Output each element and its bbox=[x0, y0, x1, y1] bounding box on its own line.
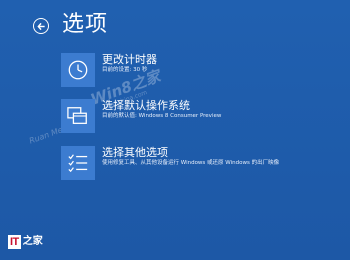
logo-it: IT bbox=[8, 235, 21, 249]
option-change-timer[interactable]: 更改计时器 目前的设置: 30 秒 bbox=[61, 53, 331, 93]
option-tile bbox=[61, 53, 95, 87]
option-description: 使用修复工具、从其他设备运行 Windows 或还原 Windows 的出厂映像 bbox=[102, 160, 280, 166]
option-other-options[interactable]: 选择其他选项 使用修复工具、从其他设备运行 Windows 或还原 Window… bbox=[61, 146, 331, 186]
option-title: 选择默认操作系统 bbox=[102, 99, 190, 112]
option-title: 选择其他选项 bbox=[102, 146, 168, 159]
back-button[interactable] bbox=[33, 18, 49, 34]
option-tile bbox=[61, 99, 95, 133]
boot-options-screen: 选项 Ruan Mei Win8之家 win8china.com 更改计时器 目… bbox=[0, 0, 350, 260]
clock-icon bbox=[68, 60, 88, 80]
option-tile bbox=[61, 146, 95, 180]
option-description: 目前的设置: 30 秒 bbox=[102, 67, 148, 73]
window-monitor-icon bbox=[67, 107, 87, 124]
back-arrow-icon bbox=[36, 22, 45, 30]
site-logo: IT 之家 bbox=[8, 234, 43, 250]
checklist-icon bbox=[68, 154, 88, 173]
option-description: 目前的默认值: Windows 8 Consumer Preview bbox=[102, 113, 222, 119]
logo-cn: 之家 bbox=[22, 236, 43, 247]
option-title: 更改计时器 bbox=[102, 53, 157, 66]
option-default-os[interactable]: 选择默认操作系统 目前的默认值: Windows 8 Consumer Prev… bbox=[61, 99, 331, 139]
page-title: 选项 bbox=[62, 12, 109, 37]
